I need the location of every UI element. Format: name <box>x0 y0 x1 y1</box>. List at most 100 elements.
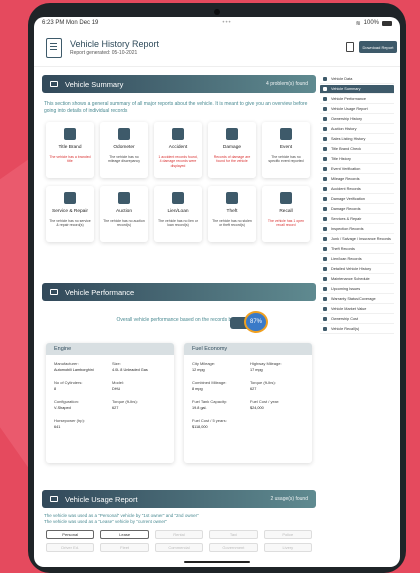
sidebar-item-maintenance-schedule[interactable]: Maintenance Schedule <box>320 275 394 284</box>
usage-chip[interactable]: Lease <box>100 529 149 539</box>
sidebar-item-sales-listing-history[interactable]: Sales Listing History <box>320 135 394 144</box>
sidebar-item-icon <box>323 87 327 91</box>
sidebar-item-theft-records[interactable]: Theft Records <box>320 245 394 254</box>
sidebar-item-label: Title Brand Check <box>331 147 362 151</box>
event-icon <box>280 128 292 140</box>
sidebar-item-title-history[interactable]: Title History <box>320 155 394 164</box>
summary-card-damage[interactable]: Damage Records of damage are found for th… <box>208 122 256 178</box>
sidebar-item-warranty-status-coverage[interactable]: Warranty Status/Coverage <box>320 295 394 304</box>
sidebar-item-accident-records[interactable]: Accident Records <box>320 185 394 194</box>
sidebar-item-ownership-cost[interactable]: Ownership Cost <box>320 315 394 324</box>
usage-chip[interactable]: Driver Ed. <box>46 542 95 552</box>
sidebar-item-junk-salvage-insurance-records[interactable]: Junk / Salvage / Insurance Records <box>320 235 394 244</box>
sidebar-item-vehicle-recall-s[interactable]: Vehicle Recall(s) <box>320 325 394 334</box>
sidebar-item-auction-history[interactable]: Auction History <box>320 125 394 134</box>
theft-icon <box>226 192 238 204</box>
summary-card-lien-loan[interactable]: Lien/Loan The vehicle has no lien or loan… <box>154 186 202 242</box>
sidebar-item-ownership-history[interactable]: Ownership History <box>320 115 394 124</box>
sidebar-item-icon <box>323 77 327 81</box>
sidebar-item-vehicle-summary[interactable]: Vehicle Summary <box>320 85 394 94</box>
summary-card-auction[interactable]: Auction The vehicle has no auction record… <box>100 186 148 242</box>
performance-section: Vehicle Performance Overall vehicle perf… <box>42 283 316 463</box>
sidebar-item-icon <box>323 187 327 191</box>
page-title: Vehicle History Report <box>70 39 160 49</box>
sidebar-item-mileage-records[interactable]: Mileage Records <box>320 175 394 184</box>
usage-chip[interactable]: Rental <box>154 529 204 539</box>
sidebar-item-icon <box>323 277 327 281</box>
usage-chip[interactable]: Police <box>263 529 312 539</box>
engine-field: Manufacturer: Automobili Lamborghini <box>54 361 108 372</box>
engine-field-value: DHU <box>112 387 121 391</box>
sidebar-item-damage-verification[interactable]: Damage Verification <box>320 195 394 204</box>
fuel-field-label: Fuel Cost / 5 years: <box>192 418 227 423</box>
sidebar-item-icon <box>323 97 327 101</box>
summary-card-desc: The vehicle has no lien or loan record(s… <box>158 219 198 228</box>
summary-card-theft[interactable]: Theft The vehicle has no stolen or theft … <box>208 186 256 242</box>
sidebar-item-icon <box>323 137 327 141</box>
engine-field-label: Torque (ft-lbs): <box>112 399 138 404</box>
usage-text: The vehicle was used as a "Personal" veh… <box>44 513 314 525</box>
sidebar-item-icon <box>323 257 327 261</box>
sidebar-item-vehicle-data[interactable]: Vehicle Data <box>320 75 394 84</box>
sidebar-item-label: Vehicle Summary <box>331 87 361 91</box>
sidebar-item-upcoming-issues[interactable]: Upcoming Issues <box>320 285 394 294</box>
sidebar-item-label: Vehicle Market Value <box>331 307 367 311</box>
fuel-field-value: 19.8 gal. <box>192 406 207 410</box>
copy-icon[interactable] <box>346 42 354 52</box>
summary-card-title-brand[interactable]: Title Brand The vehicle has a branded tit… <box>46 122 94 178</box>
report-logo-icon <box>46 37 62 58</box>
usage-icon <box>50 496 58 502</box>
sidebar-item-icon <box>323 237 327 241</box>
sidebar-item-services-repair[interactable]: Services & Repair <box>320 215 394 224</box>
damage-icon <box>226 128 238 140</box>
usage-chip[interactable]: Fleet <box>100 542 149 552</box>
sidebar-item-icon <box>323 107 327 111</box>
summary-card-label: Odometer <box>113 145 135 150</box>
sidebar-item-damage-records[interactable]: Damage Records <box>320 205 394 214</box>
summary-card-accident[interactable]: Accident 1 accident records found, 4 dama… <box>154 122 202 178</box>
sidebar-item-icon <box>323 127 327 131</box>
summary-card-label: Auction <box>116 209 132 214</box>
home-indicator[interactable] <box>184 561 250 563</box>
summary-card-odometer[interactable]: Odometer The vehicle has no mileage discr… <box>100 122 148 178</box>
usage-chip[interactable]: Livery <box>263 542 312 552</box>
sidebar-item-detailed-vehicle-history[interactable]: Detailed Vehicle History <box>320 265 394 274</box>
summary-card-recall[interactable]: Recall The vehicle has 1 open recall reco… <box>262 186 310 242</box>
summary-card-label: Theft <box>226 209 238 214</box>
sidebar-item-label: Junk / Salvage / Insurance Records <box>331 237 391 241</box>
download-report-button[interactable]: Download Report <box>359 41 397 53</box>
tablet-frame: 6:23 PM Mon Dec 19 ••• ≋ 100% Vehicle Hi… <box>28 3 406 573</box>
fuel-field-value: 12 mpg <box>192 368 205 372</box>
performance-header: Vehicle Performance <box>42 283 316 301</box>
sidebar-item-label: Ownership Cost <box>331 317 359 321</box>
usage-title: Vehicle Usage Report <box>65 494 138 504</box>
summary-icon <box>50 81 58 87</box>
camera <box>214 9 220 15</box>
sidebar-item-vehicle-market-value[interactable]: Vehicle Market Value <box>320 305 394 314</box>
auction-icon <box>118 192 130 204</box>
usage-chip[interactable]: Taxi <box>209 529 258 539</box>
app-header: Vehicle History Report Report generated:… <box>34 29 400 67</box>
summary-card-label: Damage <box>222 145 242 150</box>
usage-chip[interactable]: Government <box>209 542 258 552</box>
sidebar-item-vehicle-usage-report[interactable]: Vehicle Usage Report <box>320 105 394 114</box>
summary-card-service-repair[interactable]: Service & Repair The vehicle has no servi… <box>46 186 94 242</box>
summary-card-desc: The vehicle has no stolen or theft recor… <box>212 219 252 228</box>
sidebar-item-vehicle-performance[interactable]: Vehicle Performance <box>320 95 394 104</box>
sidebar-item-icon <box>323 307 327 311</box>
sidebar-item-label: Lien/loan Records <box>331 257 362 261</box>
sidebar-item-event-verification[interactable]: Event Verification <box>320 165 394 174</box>
summary-card-desc: 1 accident records found, 4 damage recor… <box>158 155 198 168</box>
sidebar-item-label: Ownership History <box>331 117 363 121</box>
sidebar-item-lien-loan-records[interactable]: Lien/loan Records <box>320 255 394 264</box>
sidebar-item-title-brand-check[interactable]: Title Brand Check <box>320 145 394 154</box>
usage-chip[interactable]: Personal <box>46 529 95 539</box>
multitask-dots[interactable]: ••• <box>222 20 231 26</box>
fuel-field-label: Fuel Cost / year: <box>250 399 280 404</box>
sidebar-item-label: Vehicle Performance <box>331 97 367 101</box>
engine-fields: Manufacturer: Automobili Lamborghini Size:… <box>46 355 174 435</box>
sidebar-item-icon <box>323 297 327 301</box>
sidebar-item-inspection-records[interactable]: Inspection Records <box>320 225 394 234</box>
usage-chip[interactable]: Commercial <box>154 542 204 552</box>
summary-card-event[interactable]: Event The vehicle has no specific event r… <box>262 122 310 178</box>
